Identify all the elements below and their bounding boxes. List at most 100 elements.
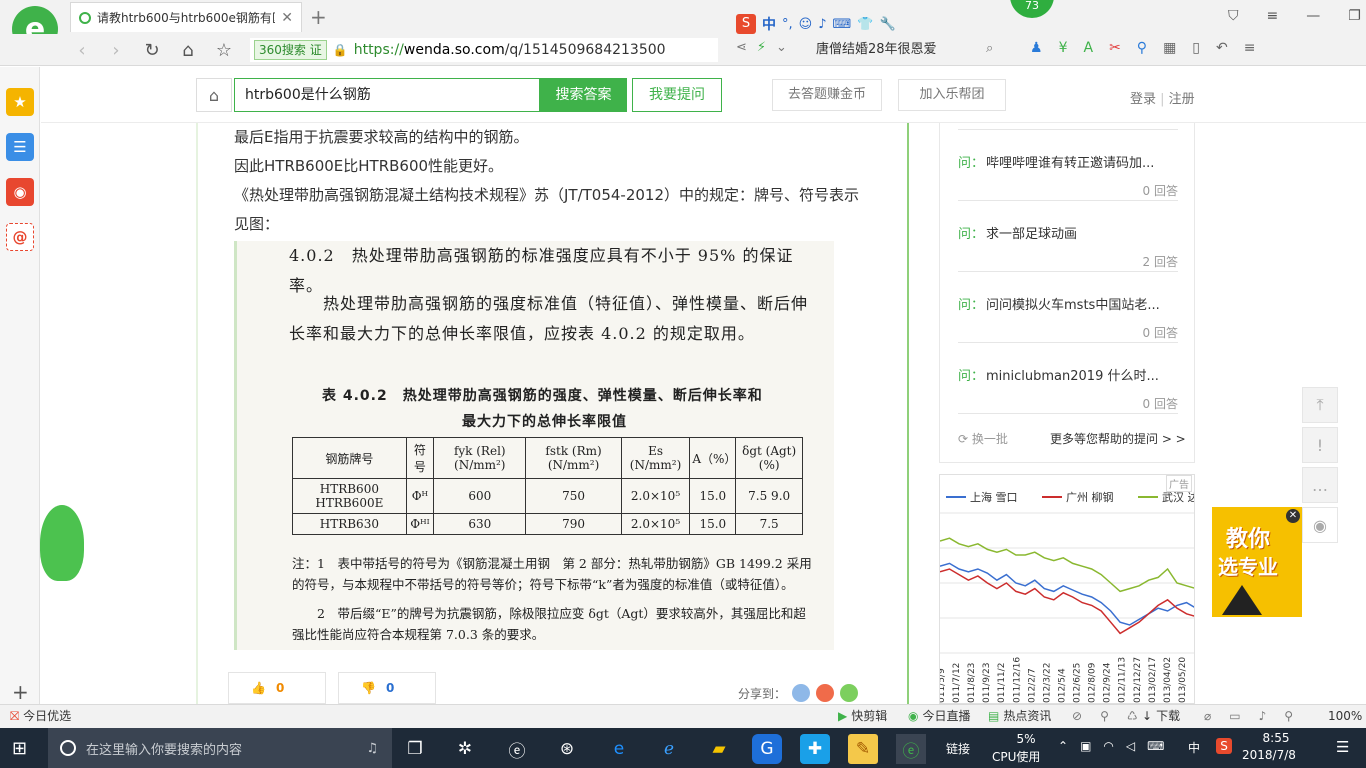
email-icon[interactable]: @: [6, 223, 34, 251]
back-to-top-icon[interactable]: ⤒: [1302, 387, 1338, 423]
emoji-icon[interactable]: ☺: [799, 17, 813, 32]
question-text[interactable]: 问问模拟火车msts中国站老...: [986, 298, 1160, 313]
shirt-icon[interactable]: 👕: [857, 17, 873, 32]
list-item[interactable]: 问： 问问模拟火车msts中国站老... 0 回答: [958, 272, 1178, 343]
search-icon[interactable]: ⌕: [986, 41, 993, 56]
wifi-icon[interactable]: ◠: [1103, 739, 1113, 753]
close-tab-icon[interactable]: ✕: [281, 10, 293, 26]
microphone-icon[interactable]: ♫: [366, 741, 378, 756]
chinese-mode-icon[interactable]: 中: [762, 14, 776, 34]
wrench-icon[interactable]: 🔧: [879, 17, 895, 32]
window-icon[interactable]: ▭: [1229, 705, 1240, 727]
scissors-icon[interactable]: ✂: [1109, 40, 1121, 56]
ask-question-button[interactable]: 我要提问: [632, 78, 722, 112]
dislike-button[interactable]: 👎 0: [338, 672, 436, 704]
list-item[interactable]: 问： 哔哩哔哩谁有转正邀请码加... 0 回答: [958, 130, 1178, 201]
ie-icon[interactable]: ℯ: [654, 734, 684, 764]
quick-cut[interactable]: ▶ 快剪辑: [838, 705, 887, 727]
login-link[interactable]: 登录 | 注册: [1130, 88, 1195, 107]
windows-start-icon[interactable]: ⊞: [12, 738, 27, 759]
mascot-icon[interactable]: [40, 505, 84, 581]
forward-icon[interactable]: ›: [104, 38, 128, 62]
share-icon[interactable]: ⋖: [736, 40, 747, 55]
weibo-share-icon[interactable]: ◉: [1302, 507, 1338, 543]
register-link[interactable]: 注册: [1169, 92, 1195, 107]
login-label[interactable]: 登录: [1130, 92, 1156, 107]
question-text[interactable]: 求一部足球动画: [986, 227, 1077, 242]
chevron-up-icon[interactable]: ⌃: [1058, 739, 1068, 753]
reading-list-icon[interactable]: ☰: [6, 133, 34, 161]
reload-icon[interactable]: ↻: [140, 38, 164, 62]
chevron-down-icon[interactable]: ⌄: [776, 40, 787, 55]
favorites-star-icon[interactable]: ★: [6, 88, 34, 116]
undo-icon[interactable]: ↶: [1216, 40, 1228, 56]
magnifier-icon[interactable]: ⚲: [1137, 40, 1147, 56]
new-tab-button[interactable]: +: [310, 5, 327, 29]
clean-icon[interactable]: ⌀: [1204, 705, 1211, 727]
report-icon[interactable]: !: [1302, 427, 1338, 463]
question-search-input[interactable]: htrb600是什么钢筋: [234, 78, 540, 112]
link-label[interactable]: 链接: [946, 740, 970, 757]
question-text[interactable]: 哔哩哔哩谁有转正邀请码加...: [986, 156, 1154, 171]
home-icon[interactable]: ⌂: [176, 38, 200, 62]
site-home-icon[interactable]: ⌂: [196, 78, 232, 112]
address-bar[interactable]: 360搜索 证 🔒 https://wenda.so.com/q/1514509…: [250, 38, 718, 62]
live-today[interactable]: ◉ 今日直播: [908, 705, 971, 727]
browser-e-icon[interactable]: ⓔ: [502, 734, 532, 764]
clock-date[interactable]: 2018/7/8: [1242, 748, 1296, 762]
plus-app-icon[interactable]: ✚: [800, 734, 830, 764]
regulation-figure[interactable]: 4.0.2 热处理带肋高强钢筋的标准强度应具有不小于 95% 的保证率。 热处理…: [234, 241, 834, 650]
bolt-icon[interactable]: ⚡: [757, 40, 766, 55]
shield-icon[interactable]: ¥: [1059, 40, 1068, 56]
back-icon[interactable]: ‹: [70, 38, 94, 62]
g-app-icon[interactable]: G: [752, 734, 782, 764]
spiral-app-icon[interactable]: ⊛: [552, 734, 582, 764]
steel-price-chart-ad[interactable]: 上海 雪口 广州 柳钢 武汉 达 011/5/9 011/7/12 011/8/23 01…: [939, 474, 1195, 704]
join-team-button[interactable]: 加入乐帮团: [898, 79, 1006, 111]
browser-tab-active[interactable]: 请教htrb600与htrb600e钢筋有区 ✕: [70, 2, 302, 32]
clock-time[interactable]: 8:55: [1248, 731, 1304, 745]
search-360-badge[interactable]: 360搜索 证: [254, 40, 327, 60]
task-view-icon[interactable]: ❐: [400, 734, 430, 764]
volume-icon[interactable]: ◁: [1126, 739, 1135, 753]
earn-coins-button[interactable]: 去答题赚金币: [772, 79, 882, 111]
pin-icon[interactable]: ⚲: [1100, 705, 1109, 727]
translate-icon[interactable]: A: [1083, 40, 1093, 56]
zoom-level[interactable]: 100%: [1328, 705, 1362, 727]
action-center-icon[interactable]: ☰: [1336, 738, 1349, 756]
add-sidebar-icon[interactable]: +: [12, 680, 29, 704]
list-item[interactable]: 问： miniclubman2019 什么时... 0 回答: [958, 343, 1178, 414]
file-explorer-icon[interactable]: ▰: [704, 734, 734, 764]
hot-search-hint[interactable]: 唐僧结婚28年很恩爱: [816, 38, 1006, 62]
close-ad-icon[interactable]: ✕: [1286, 509, 1300, 523]
feedback-icon[interactable]: …: [1302, 467, 1338, 503]
menu-icon[interactable]: ≡: [1267, 8, 1279, 24]
sogou-icon[interactable]: S: [736, 14, 756, 34]
favorite-star-icon[interactable]: ☆: [212, 38, 236, 62]
keyboard-tray-icon[interactable]: ⌨: [1147, 739, 1164, 753]
phone-icon[interactable]: ▯: [1192, 40, 1200, 56]
minimize-icon[interactable]: —: [1306, 8, 1320, 24]
keyboard-icon[interactable]: ⌨: [833, 17, 852, 32]
sogou-tray-icon[interactable]: S: [1216, 738, 1232, 754]
daily-picks[interactable]: ⛝ 今日优选: [10, 705, 71, 727]
share-weibo-icon[interactable]: [816, 684, 835, 702]
puzzle-icon[interactable]: ♟: [1030, 40, 1043, 56]
mic-icon[interactable]: ♪: [818, 17, 826, 32]
restore-icon[interactable]: ❐: [1348, 8, 1361, 24]
download[interactable]: ↓ 下载: [1142, 705, 1180, 727]
share-wechat-icon[interactable]: [840, 684, 859, 702]
apps-icon[interactable]: ▦: [1163, 40, 1176, 56]
list-item[interactable]: 问： 求一部足球动画 2 回答: [958, 201, 1178, 272]
share-qzone-icon[interactable]: [792, 684, 811, 702]
education-ad[interactable]: 教你 选专业 ✕: [1212, 507, 1302, 617]
search-answer-button[interactable]: 搜索答案: [540, 78, 627, 112]
weibo-icon[interactable]: ◉: [6, 178, 34, 206]
mute-icon[interactable]: ♪: [1259, 705, 1267, 727]
zoom-icon[interactable]: ⚲: [1284, 705, 1293, 727]
like-button[interactable]: 👍 0: [228, 672, 326, 704]
browser-360-taskbar-icon[interactable]: ⓔ: [896, 734, 926, 764]
edge-icon[interactable]: e: [604, 734, 634, 764]
network-icon[interactable]: ▣: [1080, 739, 1091, 753]
accelerate-icon[interactable]: ⊘: [1072, 705, 1082, 727]
